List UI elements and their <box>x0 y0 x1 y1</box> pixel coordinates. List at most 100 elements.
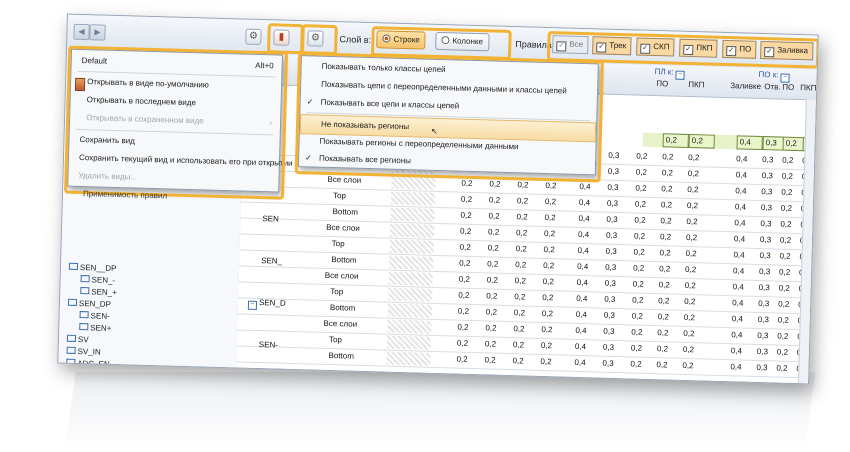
grid-cell[interactable]: 0,2 <box>685 249 696 258</box>
row-label[interactable]: Top <box>332 239 345 248</box>
grid-cell[interactable]: 0,3 <box>761 203 772 212</box>
grid-cell[interactable]: 0,2 <box>459 259 470 268</box>
grid-cell[interactable]: 0,2 <box>782 172 793 181</box>
grid-cell[interactable]: 0,2 <box>544 245 555 254</box>
grid-cell[interactable]: 0,2 <box>515 260 526 269</box>
row-label[interactable]: Все слои <box>327 175 361 185</box>
grid-cell[interactable]: 0,2 <box>513 324 524 333</box>
grid-cell[interactable]: 0,2 <box>686 217 697 226</box>
tree-item[interactable]: SEN__DP <box>68 262 117 273</box>
row-label[interactable]: Top <box>330 287 343 296</box>
grid-cell[interactable]: 0,3 <box>607 183 618 192</box>
grid-cell[interactable]: 0,2 <box>517 180 528 189</box>
grid-cell[interactable]: 0,4 <box>733 266 744 275</box>
grid-cell[interactable]: 0,2 <box>488 227 499 236</box>
grid-cell[interactable]: 0,4 <box>579 198 590 207</box>
grid-cell[interactable]: 0,3 <box>758 315 769 324</box>
grid-cell[interactable]: 0,4 <box>732 298 743 307</box>
filter-pkp[interactable]: ✓ ПКП <box>679 38 718 58</box>
grid-cell[interactable]: 0,3 <box>762 155 773 164</box>
grid-cell[interactable]: 0,3 <box>603 343 614 352</box>
grid-cell[interactable]: 0,2 <box>782 136 805 152</box>
grid-cell[interactable]: 0,2 <box>778 300 789 309</box>
grid-cell[interactable]: 0,2 <box>684 297 695 306</box>
grid-cell[interactable]: 0,3 <box>605 279 616 288</box>
tree-item[interactable]: SEN_+ <box>80 287 117 297</box>
grid-cell[interactable]: 0,3 <box>761 187 772 196</box>
grid-cell[interactable]: 0,3 <box>606 215 617 224</box>
grid-cell[interactable]: 0,2 <box>543 277 554 286</box>
grid-cell[interactable]: 0,2 <box>485 323 496 332</box>
grid-cell[interactable]: 0,2 <box>458 291 469 300</box>
grid-cell[interactable]: 0,2 <box>544 213 555 222</box>
grid-cell[interactable]: 0,4 <box>576 294 587 303</box>
grid-cell[interactable]: 0,4 <box>574 358 585 367</box>
grid-cell[interactable]: 0,2 <box>781 204 792 213</box>
grid-cell[interactable]: 0,2 <box>634 231 645 240</box>
grid-cell[interactable]: 0,2 <box>514 292 525 301</box>
tree-item[interactable]: SEN_DP <box>67 298 111 309</box>
grid-cell[interactable]: 0,2 <box>657 344 668 353</box>
row-label[interactable]: Bottom <box>332 207 358 217</box>
grid-cell[interactable]: 0,2 <box>635 184 646 193</box>
grid-cell[interactable]: 0,3 <box>604 295 615 304</box>
grid-cell[interactable]: 0,3 <box>604 311 615 320</box>
grid-cell[interactable]: 0,2 <box>682 361 693 370</box>
layer-row-option[interactable]: Строке <box>376 30 427 50</box>
forward-arrow-icon[interactable]: ▶ <box>89 24 106 41</box>
grid-cell[interactable]: 0,4 <box>577 278 588 287</box>
grid-cell[interactable]: 0,2 <box>459 275 470 284</box>
grid-cell[interactable]: 0,2 <box>660 232 671 241</box>
grid-cell[interactable]: 0,4 <box>734 234 745 243</box>
grid-cell[interactable]: 0,2 <box>489 179 500 188</box>
grid-cell[interactable]: 0,2 <box>456 355 467 364</box>
grid-cell[interactable]: 0,2 <box>460 243 471 252</box>
column-header[interactable]: ПО <box>656 79 668 88</box>
grid-cell[interactable]: 0,2 <box>461 179 472 188</box>
grid-cell[interactable]: 0,2 <box>516 212 527 221</box>
grid-cell[interactable]: 0,2 <box>513 340 524 349</box>
grid-cell[interactable]: 0,3 <box>760 219 771 228</box>
grid-cell[interactable]: 0,3 <box>603 327 614 336</box>
view-settings-gear-icon[interactable]: ⚙ <box>245 28 262 46</box>
grid-cell[interactable]: 0,2 <box>661 184 672 193</box>
grid-cell[interactable]: 0,4 <box>735 202 746 211</box>
grid-cell[interactable]: 0,2 <box>542 293 553 302</box>
grid-cell[interactable]: 0,4 <box>575 342 586 351</box>
grid-cell[interactable]: 0,2 <box>683 345 694 354</box>
grid-cell[interactable]: 0,3 <box>760 235 771 244</box>
grid-cell[interactable]: 0,2 <box>543 261 554 270</box>
grid-cell[interactable]: 0,2 <box>515 276 526 285</box>
grid-cell[interactable]: 0,2 <box>461 195 472 204</box>
grid-cell[interactable]: 0,2 <box>632 295 643 304</box>
grid-cell[interactable]: 0,3 <box>602 359 613 368</box>
column-header[interactable]: Отв. <box>764 82 781 91</box>
filter-track[interactable]: ✓ Трек <box>592 36 632 56</box>
grid-cell[interactable]: 0,3 <box>758 299 769 308</box>
grid-cell[interactable]: 0,2 <box>659 264 670 273</box>
grid-cell[interactable]: 0,2 <box>631 343 642 352</box>
grid-cell[interactable]: 0,2 <box>660 216 671 225</box>
grid-cell[interactable]: 0,2 <box>777 348 788 357</box>
row-label[interactable]: Top <box>333 191 346 200</box>
grid-cell[interactable]: 0,2 <box>631 327 642 336</box>
grid-cell[interactable]: 0,2 <box>542 309 553 318</box>
tree-item[interactable]: SV <box>66 334 89 344</box>
grid-cell[interactable]: 0,2 <box>662 133 689 148</box>
grid-cell[interactable]: 0,3 <box>759 283 770 292</box>
grid-cell[interactable]: 0,2 <box>659 248 670 257</box>
grid-cell[interactable]: 0,2 <box>662 152 673 161</box>
grid-cell[interactable]: 0,2 <box>659 280 670 289</box>
grid-cell[interactable]: 0,2 <box>779 252 790 261</box>
grid-cell[interactable]: 0,2 <box>634 215 645 224</box>
grid-cell[interactable]: 0,4 <box>579 182 590 191</box>
grid-cell[interactable]: 0,3 <box>762 171 773 180</box>
grid-cell[interactable]: 0,2 <box>633 279 644 288</box>
grid-cell[interactable]: 0,2 <box>780 236 791 245</box>
grid-cell[interactable]: 0,3 <box>757 331 768 340</box>
grid-cell[interactable]: 0,2 <box>460 227 471 236</box>
grid-cell[interactable]: 0,2 <box>661 200 672 209</box>
grid-cell[interactable]: 0,4 <box>576 310 587 319</box>
grid-cell[interactable]: 0,2 <box>545 197 556 206</box>
grid-cell[interactable]: 0,3 <box>759 251 770 260</box>
